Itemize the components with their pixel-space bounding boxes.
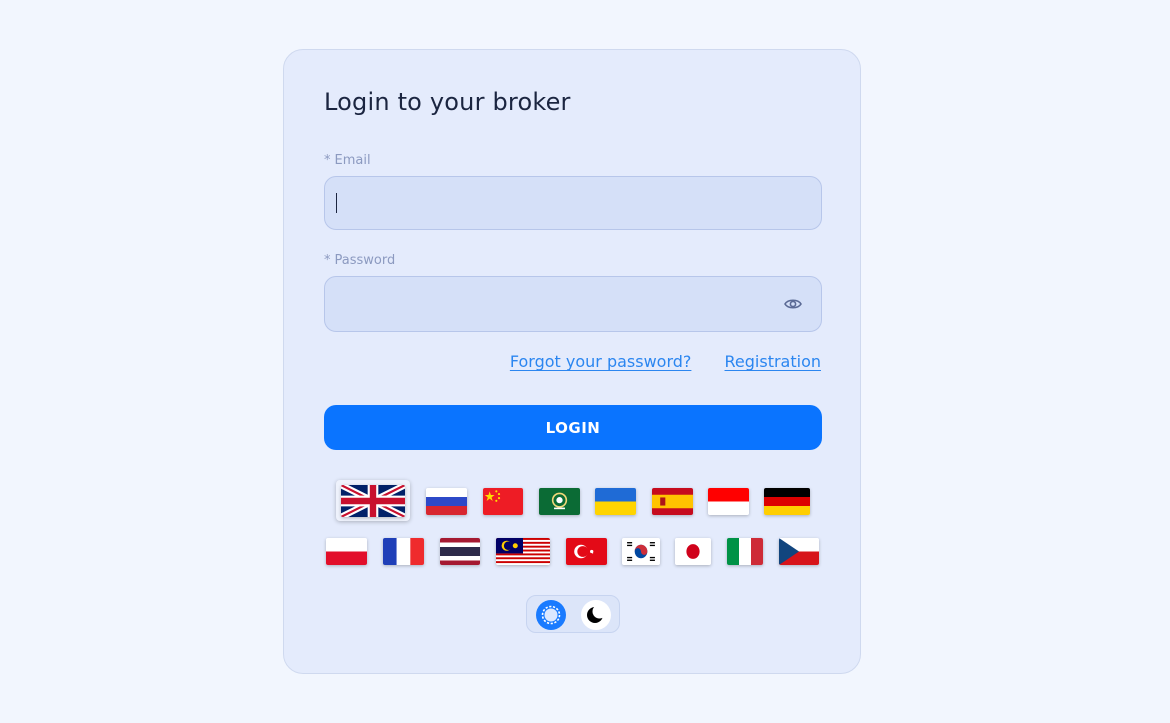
- password-input[interactable]: [324, 276, 822, 332]
- required-marker: *: [324, 253, 331, 268]
- flag-turkish-icon[interactable]: [566, 538, 607, 565]
- flag-malay-icon[interactable]: [496, 538, 550, 565]
- text-caret: [336, 193, 337, 213]
- flag-italian-icon[interactable]: [727, 538, 763, 565]
- auth-links: Forgot your password? Registration: [510, 352, 821, 371]
- flag-arabic-icon[interactable]: [539, 488, 580, 515]
- email-label-text: Email: [334, 153, 371, 168]
- flag-ukrainian-icon[interactable]: [595, 488, 636, 515]
- flag-english-icon[interactable]: [341, 485, 405, 517]
- show-password-eye-icon[interactable]: [783, 295, 803, 313]
- forgot-password-link[interactable]: Forgot your password?: [510, 352, 692, 371]
- flag-japanese-icon[interactable]: [675, 538, 711, 565]
- flag-polish-icon[interactable]: [326, 538, 367, 565]
- flag-german-icon[interactable]: [764, 488, 810, 515]
- required-marker: *: [324, 153, 331, 168]
- flag-korean-icon[interactable]: [622, 538, 660, 565]
- flag-russian-icon[interactable]: [426, 488, 467, 515]
- login-button[interactable]: LOGIN: [324, 405, 822, 450]
- password-label: * Password: [324, 253, 395, 268]
- flag-spanish-icon[interactable]: [652, 488, 693, 515]
- flag-czech-icon[interactable]: [779, 538, 819, 565]
- moon-icon[interactable]: [581, 600, 611, 630]
- registration-link[interactable]: Registration: [725, 352, 821, 371]
- flag-chinese-icon[interactable]: [483, 488, 523, 515]
- flag-french-icon[interactable]: [383, 538, 424, 565]
- login-card: Login to your broker * Email * Password Fo…: [283, 49, 861, 674]
- sun-icon[interactable]: [536, 600, 566, 630]
- email-label: * Email: [324, 153, 371, 168]
- flag-indonesian-icon[interactable]: [708, 488, 749, 515]
- password-label-text: Password: [334, 253, 396, 268]
- page-title: Login to your broker: [324, 88, 571, 116]
- email-input[interactable]: [324, 176, 822, 230]
- flag-thai-icon[interactable]: [440, 538, 480, 565]
- theme-toggle: [526, 595, 620, 633]
